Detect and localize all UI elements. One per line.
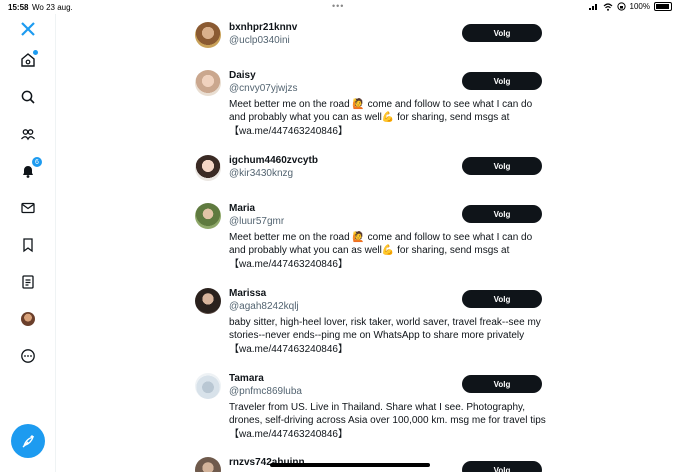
- lock-rotation-icon: [616, 2, 626, 11]
- user-name[interactable]: Tamara: [229, 373, 264, 384]
- home-indicator[interactable]: [270, 463, 430, 467]
- new-posts-dot: [33, 50, 38, 55]
- user-bio: Meet better me on the road 🙋 come and fo…: [229, 98, 544, 138]
- compose-feather-icon: [22, 434, 34, 448]
- search-icon[interactable]: [17, 86, 39, 108]
- compose-post-button[interactable]: [11, 424, 45, 458]
- avatar[interactable]: [195, 288, 221, 314]
- follow-suggestions-list: bxnhpr21knnv @uclp0340ini Volg Daisy @cn…: [186, 14, 546, 472]
- bio-line: drones, self-driving across Asia over 10…: [229, 415, 546, 427]
- user-handle: @pnfmc869luba: [229, 386, 302, 397]
- user-name[interactable]: igchum4460zvcytb: [229, 155, 318, 166]
- wifi-icon: [603, 2, 612, 11]
- bio-line: 【wa.me/447463240846】: [229, 125, 348, 137]
- follow-button[interactable]: Volg: [462, 290, 542, 308]
- avatar[interactable]: [195, 22, 221, 48]
- avatar[interactable]: [195, 203, 221, 229]
- battery-percent: 100%: [629, 2, 650, 11]
- follow-button[interactable]: Volg: [462, 157, 542, 175]
- sidebar: 6: [0, 14, 56, 472]
- bookmarks-icon[interactable]: [17, 234, 39, 256]
- avatar[interactable]: [195, 457, 221, 472]
- user-bio: Meet better me on the road 🙋 come and fo…: [229, 231, 544, 271]
- user-name[interactable]: Daisy: [229, 70, 256, 81]
- bio-line: and probably what you can as well💪 for s…: [229, 112, 510, 124]
- bio-line: stories--never ends--ping me on WhatsApp…: [229, 330, 525, 342]
- follow-button[interactable]: Volg: [462, 461, 542, 472]
- follow-button[interactable]: Volg: [462, 375, 542, 393]
- bio-line: 【wa.me/447463240846】: [229, 258, 348, 270]
- status-time: 15:58: [8, 3, 29, 12]
- bio-line: Meet better me on the road 🙋 come and fo…: [229, 232, 533, 243]
- signal-icon: [588, 4, 597, 10]
- bio-line: baby sitter, high-heel lover, risk taker…: [229, 317, 541, 328]
- avatar[interactable]: [195, 155, 221, 181]
- bio-line: 【wa.me/447463240846】: [229, 343, 348, 355]
- user-handle: @uclp0340ini: [229, 35, 290, 46]
- bio-line: 【wa.me/447463240846】: [229, 428, 348, 440]
- user-handle: @agah8242kqlj: [229, 301, 299, 312]
- battery-icon: [654, 2, 672, 11]
- communities-icon[interactable]: [17, 123, 39, 145]
- avatar[interactable]: [195, 70, 221, 96]
- bio-line: and probably what you can as well💪 for s…: [229, 245, 510, 257]
- x-logo-icon[interactable]: [17, 18, 39, 40]
- follow-button[interactable]: Volg: [462, 24, 542, 42]
- profile-avatar[interactable]: [17, 308, 39, 330]
- multitasking-dots-icon[interactable]: •••: [332, 1, 344, 11]
- bio-line: Traveler from US. Live in Thailand. Shar…: [229, 402, 526, 413]
- notifications-icon[interactable]: 6: [17, 157, 42, 182]
- notifications-badge: 6: [32, 157, 42, 167]
- home-icon[interactable]: [17, 49, 39, 71]
- user-handle: @luur57gmr: [229, 216, 285, 227]
- status-bar: 15:58 Wo 23 aug. ••• 100%: [0, 0, 680, 14]
- user-bio: Traveler from US. Live in Thailand. Shar…: [229, 401, 546, 441]
- bio-line: Meet better me on the road 🙋 come and fo…: [229, 99, 533, 110]
- user-name[interactable]: bxnhpr21knnv: [229, 22, 297, 33]
- lists-icon[interactable]: [17, 271, 39, 293]
- user-name[interactable]: Maria: [229, 203, 255, 214]
- user-handle: @kir3430knzg: [229, 168, 294, 179]
- status-date: Wo 23 aug.: [32, 3, 73, 12]
- follow-button[interactable]: Volg: [462, 72, 542, 90]
- more-icon[interactable]: [17, 345, 39, 367]
- status-right: 100%: [588, 2, 672, 11]
- user-name[interactable]: Marissa: [229, 288, 266, 299]
- avatar[interactable]: [195, 373, 221, 399]
- messages-icon[interactable]: [17, 197, 39, 219]
- user-handle: @cnvy07yjwjzs: [229, 83, 298, 94]
- profile-avatar-image: [21, 312, 35, 326]
- user-bio: baby sitter, high-heel lover, risk taker…: [229, 316, 544, 356]
- follow-button[interactable]: Volg: [462, 205, 542, 223]
